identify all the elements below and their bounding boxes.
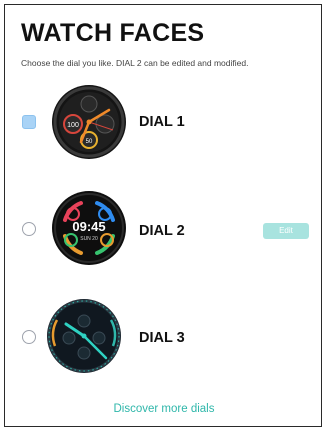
page-subtitle: Choose the dial you like. DIAL 2 can be …: [21, 58, 249, 68]
dial-option-1[interactable]: 100 50 DIAL 1: [5, 77, 323, 167]
dial2-time: 09:45: [72, 219, 105, 234]
dial1-face-text-a: 100: [67, 122, 79, 129]
dial1-watch-face-icon: 100 50: [52, 85, 126, 159]
dial2-date: SUN 20: [80, 236, 98, 242]
dial-option-3[interactable]: DIAL 3: [5, 292, 323, 382]
watch-faces-screen: WATCH FACES Choose the dial you like. DI…: [4, 4, 322, 427]
discover-more-dials-link[interactable]: Discover more dials: [5, 403, 323, 415]
dial-1-label: DIAL 1: [139, 114, 185, 130]
dial-option-2[interactable]: 09:45 SUN 20 DIAL 2 Edit: [5, 184, 323, 274]
dial-1-radio[interactable]: [22, 115, 36, 129]
dial-3-radio[interactable]: [22, 330, 36, 344]
dial-2-radio[interactable]: [22, 222, 36, 236]
dial-3-label: DIAL 3: [139, 330, 185, 346]
dial3-watch-face-icon: [47, 299, 121, 373]
dial2-watch-face-icon: 09:45 SUN 20: [52, 191, 126, 265]
dial1-face-text-b: 50: [86, 139, 93, 145]
page-title: WATCH FACES: [21, 19, 205, 47]
dial-2-label: DIAL 2: [139, 223, 185, 239]
edit-button[interactable]: Edit: [263, 223, 309, 239]
